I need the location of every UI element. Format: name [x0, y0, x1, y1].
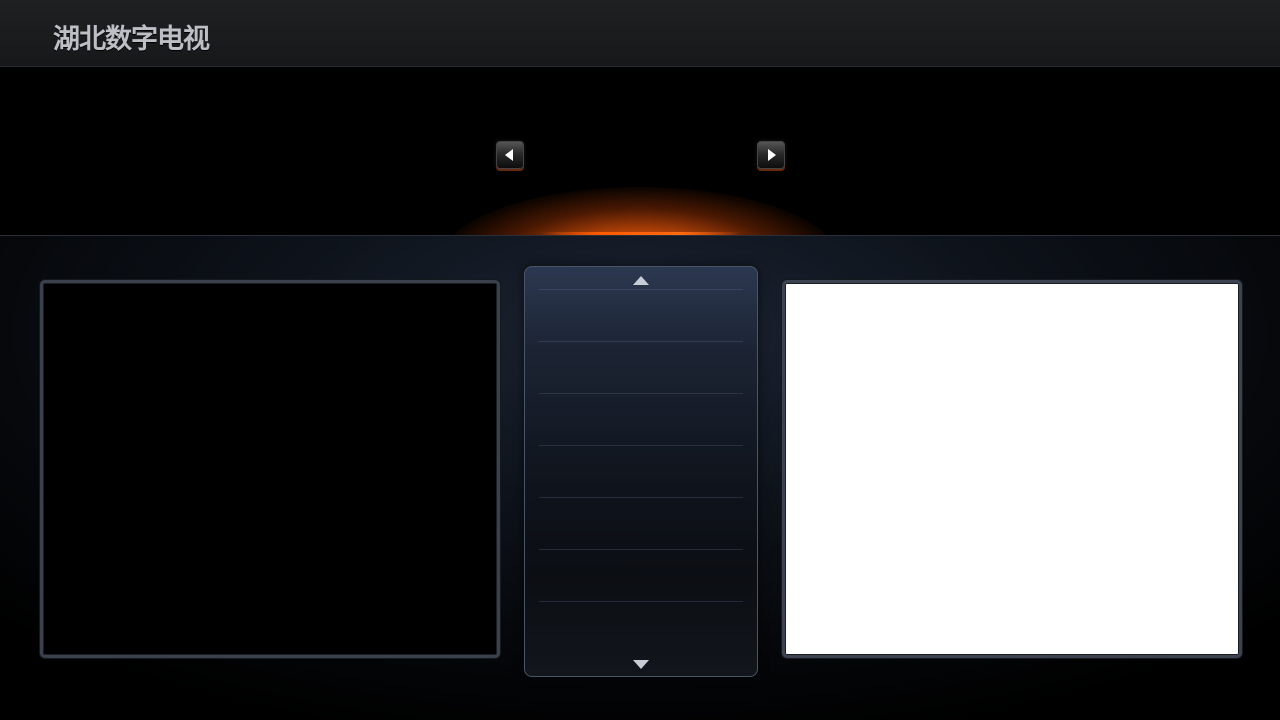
info-panel[interactable]: [782, 280, 1242, 658]
channel-list[interactable]: [524, 266, 758, 677]
banner-area: [0, 67, 1280, 235]
list-item[interactable]: [539, 341, 743, 394]
content-area: [0, 236, 1280, 720]
list-item[interactable]: [539, 549, 743, 602]
brand-logo-text: 湖北数字电视: [53, 24, 210, 55]
video-preview-panel[interactable]: [40, 280, 500, 658]
banner-prev-button[interactable]: [496, 141, 524, 169]
scroll-down-arrow-icon[interactable]: [632, 658, 650, 670]
top-header: 湖北数字电视: [0, 0, 1280, 67]
list-item[interactable]: [539, 445, 743, 498]
scroll-up-arrow-icon[interactable]: [632, 275, 650, 287]
app-screen: 湖北数字电视: [0, 0, 1280, 720]
list-item[interactable]: [539, 497, 743, 550]
banner-next-button[interactable]: [757, 141, 785, 169]
triangle-left-icon: [505, 149, 513, 161]
list-item[interactable]: [539, 393, 743, 446]
orange-glow: [440, 187, 840, 235]
triangle-right-icon: [768, 149, 776, 161]
list-item[interactable]: [539, 289, 743, 342]
list-item[interactable]: [539, 601, 743, 654]
